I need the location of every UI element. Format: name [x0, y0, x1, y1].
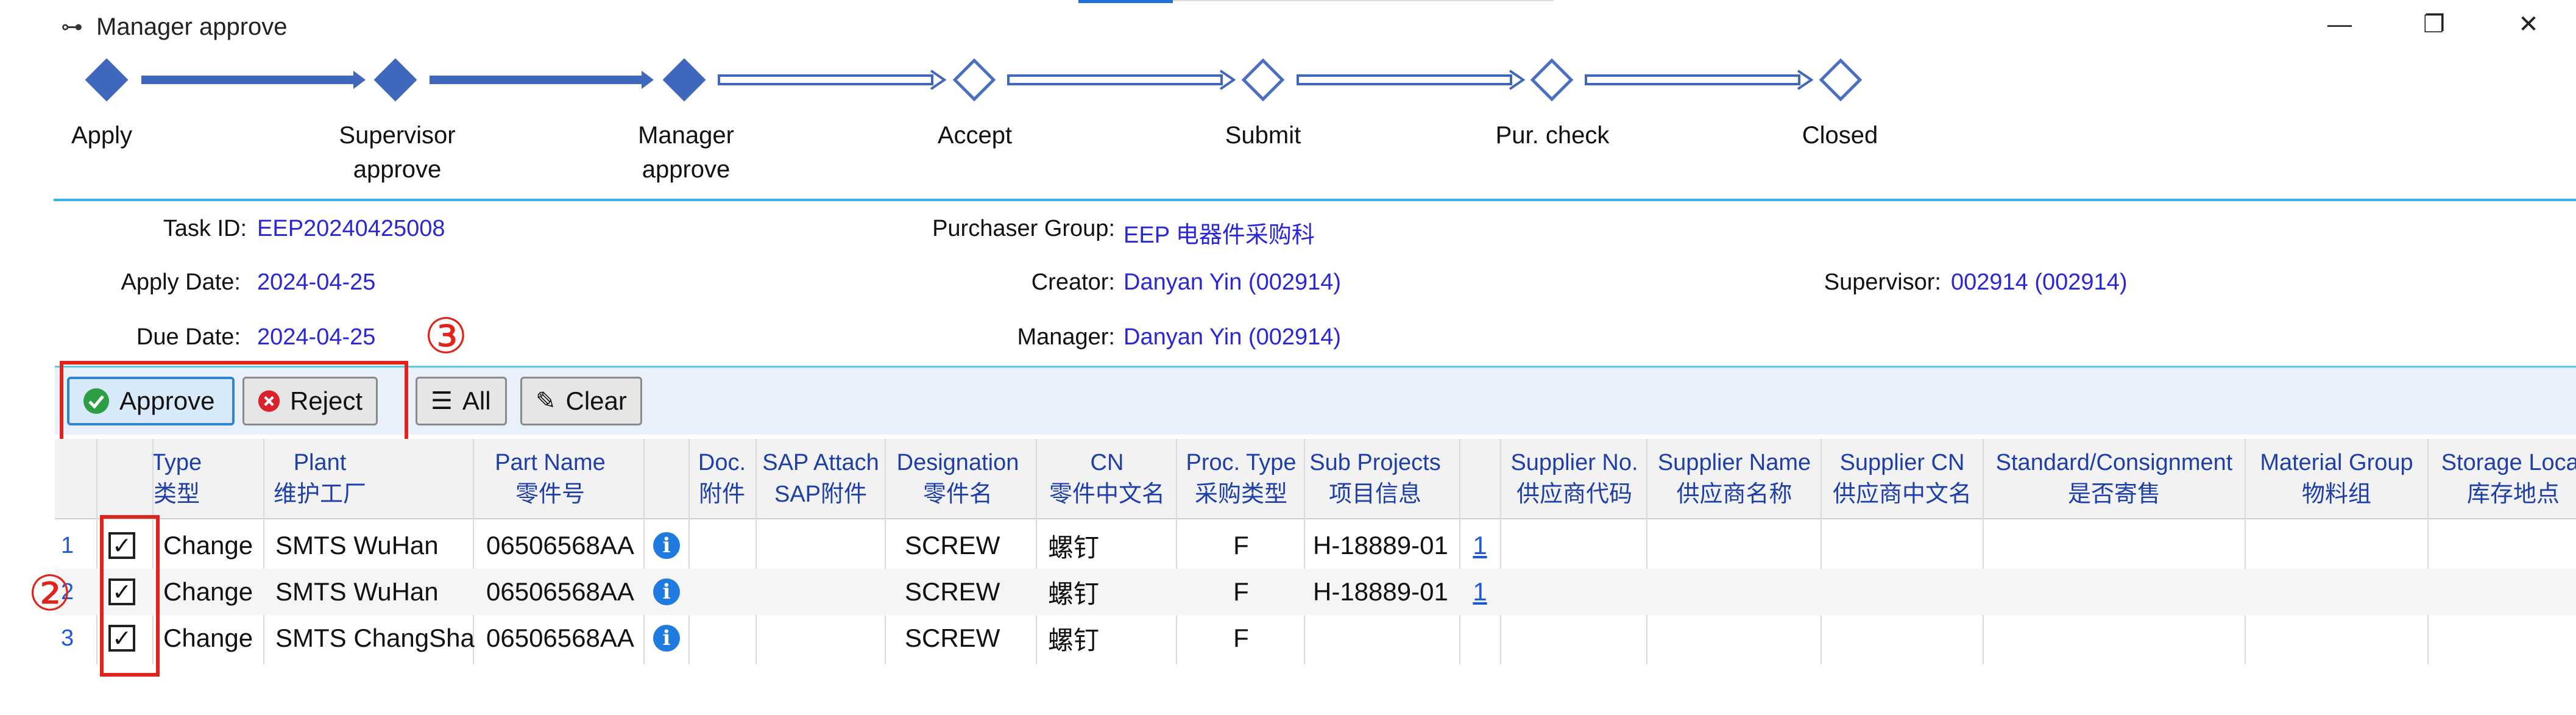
cell-proc-type: F	[1233, 624, 1249, 652]
table-row[interactable]: 2 ✓ Change SMTS WuHan 06506568AA i SCREW…	[55, 569, 2576, 615]
table-row[interactable]: 1 ✓ Change SMTS WuHan 06506568AA i SCREW…	[55, 522, 2576, 569]
task-id-value: EEP20240425008	[257, 216, 445, 241]
info-icon[interactable]: i	[653, 532, 680, 559]
task-id-label: Task ID:	[163, 216, 247, 241]
checklist-icon: ☰	[431, 388, 453, 414]
cell-proc-type: F	[1233, 531, 1249, 560]
workflow-step-closed-label: Closed	[1802, 122, 1878, 149]
select-all-label: All	[462, 386, 491, 415]
column-header-standard-consignment[interactable]: Standard/Consignment 是否寄售	[1983, 439, 2245, 518]
cell-proc-type: F	[1233, 577, 1249, 606]
table-row[interactable]: 3 ✓ Change SMTS ChangSha 06506568AA i SC…	[55, 615, 2576, 661]
workflow-step-accept-label: Accept	[937, 122, 1013, 149]
cell-cn: 螺钉	[1048, 533, 1100, 562]
workflow-step-manager-label: Manager approve	[638, 122, 734, 183]
due-date-label: Due Date:	[136, 324, 241, 350]
purchaser-group-label: Purchaser Group:	[932, 216, 1115, 241]
row-number: 1	[61, 532, 74, 558]
cell-plant: SMTS ChangSha	[275, 624, 475, 652]
info-icon[interactable]: i	[653, 578, 680, 605]
workflow-step-purcheck-label: Pur. check	[1495, 122, 1610, 149]
supervisor-value: 002914 (002914)	[1951, 269, 2128, 295]
column-header-supplier-name[interactable]: Supplier Name 供应商名称	[1647, 439, 1821, 518]
column-header-proc-type[interactable]: Proc. Type 采购类型	[1177, 439, 1305, 518]
workflow-arrow-1	[141, 71, 366, 89]
cell-sub-projects: H-18889-01	[1313, 577, 1448, 606]
creator-label: Creator:	[1031, 269, 1115, 295]
cell-part-name: 06506568AA	[486, 624, 634, 652]
cell-part-name: 06506568AA	[486, 531, 634, 560]
sub-projects-count-link[interactable]: 1	[1460, 569, 1499, 615]
column-header-material-group[interactable]: Material Group 物料组	[2245, 439, 2428, 518]
select-all-button[interactable]: ☰ All	[416, 377, 507, 425]
supervisor-label: Supervisor:	[1824, 269, 1941, 295]
annotation-number-2: ②	[28, 566, 72, 621]
sub-projects-count-link[interactable]	[1460, 615, 1499, 661]
column-header-supplier-no[interactable]: Supplier No. 供应商代码	[1501, 439, 1647, 518]
cell-type: Change	[163, 577, 253, 606]
cell-designation: SCREW	[905, 577, 1000, 606]
creator-value: Danyan Yin (002914)	[1123, 269, 1342, 295]
column-header-designation[interactable]: Designation 零件名	[885, 439, 1031, 518]
clear-label: Clear	[565, 386, 627, 415]
column-header-sub-projects[interactable]: Sub Projects 项目信息	[1305, 439, 1445, 518]
column-header-supplier-cn[interactable]: Supplier CN 供应商中文名	[1821, 439, 1983, 518]
cell-plant: SMTS WuHan	[275, 531, 439, 560]
toolbar: Approve Reject ☰ All ✎ Clear	[55, 366, 2576, 435]
column-header-plant[interactable]: Plant 维护工厂	[265, 439, 375, 518]
clear-button[interactable]: ✎ Clear	[520, 377, 642, 425]
cell-type: Change	[163, 531, 253, 560]
column-header-sap-attach[interactable]: SAP Attach SAP附件	[757, 439, 885, 518]
section-divider	[54, 199, 2576, 201]
column-header-type[interactable]: Type 类型	[152, 439, 202, 518]
annotation-number-3: ③	[424, 309, 468, 363]
table-header: Type 类型 Plant 维护工厂 Part Name 零件号 Doc. 附件 SAP…	[55, 439, 2576, 519]
cell-cn: 螺钉	[1048, 579, 1100, 608]
apply-date-label: Apply Date:	[121, 269, 241, 295]
cell-sub-projects: H-18889-01	[1313, 531, 1448, 560]
workflow-arrow-3	[718, 69, 947, 90]
cell-part-name: 06506568AA	[486, 577, 634, 606]
sub-projects-count-link[interactable]: 1	[1460, 522, 1499, 569]
row-number: 3	[61, 625, 74, 651]
purchaser-group-value: EEP 电器件采购科	[1123, 222, 1315, 248]
cell-plant: SMTS WuHan	[275, 577, 439, 606]
column-header-cn[interactable]: CN 零件中文名	[1037, 439, 1177, 518]
column-header-doc[interactable]: Doc. 附件	[688, 439, 755, 518]
workflow-step-submit-label: Submit	[1225, 122, 1301, 149]
cell-cn: 螺钉	[1048, 625, 1100, 655]
column-header-storage-location[interactable]: Storage Locat 库存地点	[2428, 439, 2576, 518]
due-date-value: 2024-04-25	[257, 324, 376, 350]
workflow-arrow-4	[1007, 69, 1236, 90]
cell-designation: SCREW	[905, 624, 1000, 652]
workflow-arrow-5	[1297, 69, 1526, 90]
apply-date-value: 2024-04-25	[257, 269, 376, 295]
brush-icon: ✎	[536, 388, 556, 414]
manager-label: Manager:	[1017, 324, 1115, 350]
cell-type: Change	[163, 624, 253, 652]
workflow-arrow-2	[430, 71, 654, 89]
workflow-arrow-6	[1585, 69, 1814, 90]
manager-value: Danyan Yin (002914)	[1123, 324, 1342, 350]
workflow-step-apply-label: Apply	[71, 122, 133, 149]
info-icon[interactable]: i	[653, 625, 680, 652]
column-header-part-name[interactable]: Part Name 零件号	[474, 439, 626, 518]
workflow-step-supervisor-label: Supervisor approve	[339, 122, 456, 183]
annotation-box-checkboxes	[100, 515, 160, 677]
cell-designation: SCREW	[905, 531, 1000, 560]
